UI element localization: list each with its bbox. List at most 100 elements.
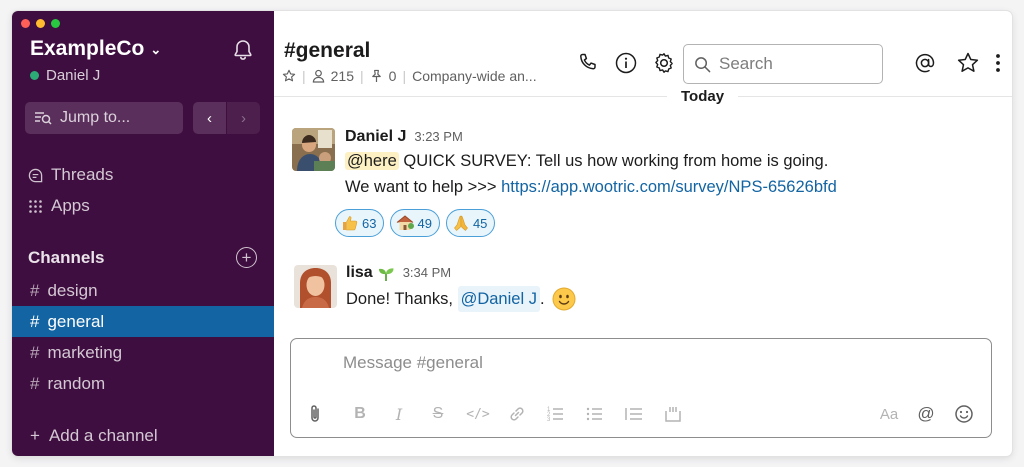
jump-to-label: Jump to... bbox=[60, 109, 131, 126]
format-toggle-icon[interactable]: Aa bbox=[876, 403, 902, 425]
sidebar-item-apps[interactable]: Apps bbox=[28, 196, 90, 216]
search-placeholder: Search bbox=[719, 54, 773, 73]
message-text: QUICK SURVEY: Tell us how working from h… bbox=[403, 152, 829, 170]
house-emoji-icon bbox=[397, 215, 415, 230]
avatar[interactable] bbox=[292, 128, 335, 171]
channel-view: #general | 215 | 0 | Company-wide an... bbox=[274, 11, 1012, 456]
sidebar-channel-marketing[interactable]: # marketing bbox=[12, 337, 274, 368]
more-vertical-icon[interactable] bbox=[992, 51, 1004, 75]
current-user[interactable]: Daniel J bbox=[30, 67, 100, 84]
thumbs-up-emoji-icon bbox=[343, 216, 358, 231]
info-icon[interactable] bbox=[614, 51, 638, 75]
day-divider-label[interactable]: Today bbox=[667, 87, 739, 107]
hash-icon: # bbox=[30, 373, 40, 393]
star-outline-icon[interactable] bbox=[282, 69, 296, 83]
message-daniel: Daniel J 3:23 PM @here QUICK SURVEY: Tel… bbox=[345, 128, 837, 200]
channel-name: marketing bbox=[47, 342, 123, 362]
blockquote-icon[interactable] bbox=[623, 403, 645, 425]
pin-icon bbox=[371, 69, 381, 83]
gear-icon[interactable] bbox=[652, 51, 676, 75]
bell-icon[interactable] bbox=[231, 38, 255, 62]
seedling-emoji-icon bbox=[378, 268, 394, 281]
message-composer[interactable]: Message #general B I S </> 1 2 3 Aa @ bbox=[290, 338, 992, 438]
channels-section-header[interactable]: Channels bbox=[28, 248, 105, 268]
reaction-thumbs-up[interactable]: 63 bbox=[335, 209, 385, 237]
hash-icon: # bbox=[30, 311, 40, 331]
avatar[interactable] bbox=[294, 265, 337, 308]
meta-separator: | bbox=[302, 68, 306, 84]
reaction-count: 49 bbox=[417, 215, 432, 231]
message-timestamp[interactable]: 3:23 PM bbox=[414, 129, 462, 144]
mentions-at-icon[interactable] bbox=[913, 51, 937, 75]
zoom-window-button[interactable] bbox=[51, 19, 60, 28]
link-icon[interactable] bbox=[506, 403, 528, 425]
member-count[interactable]: 215 bbox=[331, 68, 354, 84]
bullet-list-icon[interactable] bbox=[584, 403, 606, 425]
sidebar-item-threads[interactable]: Threads bbox=[28, 165, 113, 185]
italic-icon[interactable]: I bbox=[388, 403, 410, 425]
sidebar-channel-general[interactable]: # general bbox=[12, 306, 274, 337]
forward-button[interactable]: › bbox=[226, 102, 260, 134]
reactions-bar: 63 49 45 bbox=[335, 209, 496, 237]
code-block-icon[interactable] bbox=[662, 403, 684, 425]
attach-icon[interactable] bbox=[304, 403, 326, 425]
member-icon bbox=[312, 69, 324, 83]
survey-link[interactable]: https://app.wootric.com/survey/NPS-65626… bbox=[501, 178, 837, 196]
ordered-list-icon[interactable]: 1 2 3 bbox=[545, 403, 567, 425]
composer-placeholder: Message #general bbox=[343, 353, 483, 372]
channel-name: general bbox=[47, 311, 105, 331]
mention-icon[interactable]: @ bbox=[915, 403, 937, 425]
threads-icon bbox=[28, 168, 43, 182]
search-input[interactable]: Search bbox=[683, 44, 883, 84]
presence-dot bbox=[30, 71, 39, 80]
minimize-window-button[interactable] bbox=[36, 19, 45, 28]
plus-icon: + bbox=[30, 426, 40, 445]
message-author[interactable]: lisa bbox=[346, 264, 373, 282]
message-text: We want to help >>> bbox=[345, 178, 502, 196]
sidebar: ExampleCo ⌄ Daniel J Jump to... ‹ › Thre… bbox=[12, 11, 274, 456]
message-timestamp[interactable]: 3:34 PM bbox=[403, 265, 451, 280]
star-icon[interactable] bbox=[956, 51, 980, 75]
jump-to-button[interactable]: Jump to... bbox=[25, 102, 183, 134]
pin-count[interactable]: 0 bbox=[389, 68, 397, 84]
close-window-button[interactable] bbox=[21, 19, 30, 28]
channel-meta: | 215 | 0 | Company-wide an... bbox=[282, 68, 537, 84]
chevron-left-icon: ‹ bbox=[207, 109, 212, 127]
workspace-menu[interactable]: ExampleCo ⌄ bbox=[30, 37, 161, 61]
channel-topic[interactable]: Company-wide an... bbox=[412, 68, 537, 84]
bold-icon[interactable]: B bbox=[349, 403, 371, 425]
chevron-right-icon: › bbox=[241, 109, 246, 127]
phone-icon[interactable] bbox=[576, 51, 600, 75]
message-body-line: @here QUICK SURVEY: Tell us how working … bbox=[345, 148, 837, 174]
emoji-icon[interactable] bbox=[953, 403, 975, 425]
channel-name: random bbox=[47, 373, 106, 393]
back-button[interactable]: ‹ bbox=[193, 102, 226, 134]
workspace-name: ExampleCo bbox=[30, 37, 145, 60]
here-mention[interactable]: @here bbox=[345, 152, 399, 170]
message-author[interactable]: Daniel J bbox=[345, 128, 406, 146]
meta-separator: | bbox=[360, 68, 364, 84]
current-user-name: Daniel J bbox=[46, 67, 101, 84]
apps-grid-icon bbox=[29, 199, 42, 213]
channel-title[interactable]: #general bbox=[284, 39, 370, 63]
reaction-house[interactable]: 49 bbox=[390, 209, 440, 237]
day-divider-line bbox=[274, 96, 1012, 97]
apps-label: Apps bbox=[51, 196, 90, 215]
strikethrough-icon[interactable]: S bbox=[427, 403, 449, 425]
reaction-folded-hands[interactable]: 45 bbox=[445, 209, 496, 237]
slightly-smiling-face-emoji-icon bbox=[552, 287, 576, 311]
meta-separator: | bbox=[402, 68, 407, 84]
add-channel-plus-icon[interactable]: + bbox=[236, 247, 257, 268]
add-channel-button[interactable]: + Add a channel bbox=[30, 426, 158, 446]
sidebar-channel-random[interactable]: # random bbox=[12, 368, 274, 399]
user-mention[interactable]: @Daniel J bbox=[457, 286, 540, 312]
sidebar-channel-design[interactable]: # design bbox=[12, 275, 274, 306]
message-body-line: We want to help >>> https://app.wootric.… bbox=[345, 174, 837, 200]
svg-text:3: 3 bbox=[547, 417, 551, 423]
code-icon[interactable]: </> bbox=[466, 403, 489, 425]
window-controls bbox=[21, 19, 60, 28]
hash-icon: # bbox=[30, 342, 40, 362]
app-window: ExampleCo ⌄ Daniel J Jump to... ‹ › Thre… bbox=[12, 11, 1012, 456]
message-text: Done! Thanks, bbox=[346, 290, 458, 308]
threads-label: Threads bbox=[51, 165, 114, 184]
